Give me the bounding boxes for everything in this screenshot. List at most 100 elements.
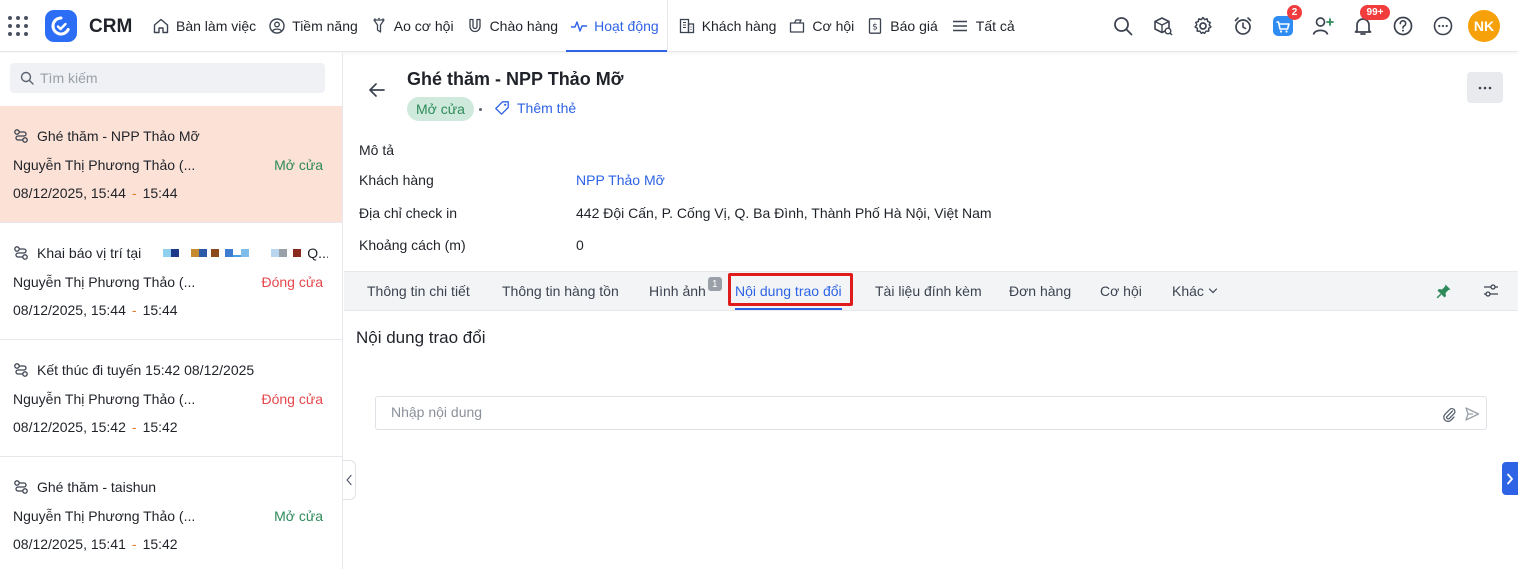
funnel-icon bbox=[373, 17, 385, 33]
ellipsis-icon bbox=[1478, 86, 1492, 89]
customer-link[interactable]: NPP Thảo Mỡ bbox=[576, 172, 665, 188]
tab-label: Tài liệu đính kèm bbox=[875, 283, 982, 299]
send-icon[interactable] bbox=[1463, 405, 1481, 423]
attachment-icon[interactable] bbox=[1440, 405, 1458, 423]
nav-item-co-hoi[interactable]: Cơ hội bbox=[784, 0, 862, 52]
tab-label: Hình ảnh bbox=[649, 283, 706, 299]
tab-label: Đơn hàng bbox=[1009, 283, 1072, 299]
message-composer bbox=[375, 396, 1487, 430]
activity-time: 08/12/2025, 15:44-15:44 bbox=[13, 185, 178, 201]
tab-don-hang[interactable]: Đơn hàng bbox=[1009, 272, 1071, 310]
tab-thong-tin-hang-ton[interactable]: Thông tin hàng tồn bbox=[502, 272, 619, 310]
add-tag-button[interactable]: Thêm thẻ bbox=[494, 100, 576, 116]
time-start: 08/12/2025, 15:44 bbox=[13, 302, 126, 318]
add-tag-label: Thêm thẻ bbox=[517, 100, 577, 116]
magnet-icon bbox=[468, 18, 481, 33]
nav-label: Tất cả bbox=[975, 18, 1015, 34]
field-label: Khoảng cách (m) bbox=[359, 237, 466, 253]
search-input[interactable] bbox=[40, 70, 300, 86]
activity-title-suffix: Q.... bbox=[307, 245, 328, 261]
activity-user: Nguyễn Thị Phương Thảo (... bbox=[13, 274, 196, 290]
message-input[interactable] bbox=[391, 404, 1411, 420]
nav-item-ban-lam-viec[interactable]: Bàn làm việc bbox=[148, 0, 264, 52]
more-actions-button[interactable] bbox=[1467, 72, 1503, 103]
activity-list-sidebar: Ghé thăm - NPP Thảo Mỡ Nguyễn Thị Phương… bbox=[0, 53, 343, 569]
expand-right-panel-handle[interactable] bbox=[1502, 462, 1518, 495]
time-end: 15:44 bbox=[142, 185, 178, 201]
apps-grid-icon[interactable] bbox=[8, 16, 28, 36]
time-end: 15:42 bbox=[142, 419, 178, 435]
field-value: 0 bbox=[576, 237, 584, 253]
search-icon[interactable] bbox=[1108, 11, 1138, 41]
redacted-address-block bbox=[163, 249, 302, 257]
nav-label: Ao cơ hội bbox=[393, 18, 454, 34]
nav-label: Cơ hội bbox=[812, 18, 855, 34]
briefcase-icon bbox=[790, 19, 805, 33]
nav-item-tat-ca[interactable]: Tất cả bbox=[946, 0, 1023, 52]
main-nav: Bàn làm việc Tiềm năng Ao cơ hội Chào hà… bbox=[148, 0, 1023, 52]
activity-status: Đóng cửa bbox=[261, 391, 323, 407]
more-options-icon[interactable] bbox=[1428, 11, 1458, 41]
add-user-icon[interactable] bbox=[1308, 11, 1338, 41]
tab-label: Khác bbox=[1172, 283, 1204, 299]
chevron-right-icon bbox=[1507, 473, 1513, 484]
tag-icon bbox=[495, 101, 509, 115]
arrow-left-icon bbox=[369, 83, 385, 97]
activity-list-item[interactable]: Ghé thăm - NPP Thảo Mỡ Nguyễn Thị Phương… bbox=[0, 106, 342, 223]
time-end: 15:42 bbox=[142, 536, 178, 552]
nav-item-tiem-nang[interactable]: Tiềm năng bbox=[264, 0, 366, 52]
menu-icon bbox=[952, 20, 967, 32]
status-badge: Mở cửa bbox=[407, 97, 474, 121]
nav-label: Tiềm năng bbox=[292, 18, 358, 34]
nav-item-khach-hang[interactable]: Khách hàng bbox=[674, 0, 785, 52]
activity-user: Nguyễn Thị Phương Thảo (... bbox=[13, 157, 196, 173]
tab-hinh-anh[interactable]: Hình ảnh 1 bbox=[649, 272, 722, 310]
section-title: Nội dung trao đổi bbox=[356, 328, 486, 347]
nav-item-ao-co-hoi[interactable]: Ao cơ hội bbox=[366, 0, 462, 52]
nav-item-bao-gia[interactable]: $ Báo giá bbox=[862, 0, 945, 52]
back-button[interactable] bbox=[366, 79, 388, 101]
tab-noi-dung-trao-doi[interactable]: Nội dung trao đổi bbox=[735, 272, 842, 310]
tab-thong-tin-chi-tiet[interactable]: Thông tin chi tiết bbox=[367, 272, 470, 310]
page-title: Ghé thăm - NPP Thảo Mỡ bbox=[407, 69, 624, 89]
activity-list-item[interactable]: Khai báo vị trí tại Q.... Nguyễn Thị Phư… bbox=[0, 223, 342, 340]
notification-bell-icon[interactable]: 99+ bbox=[1348, 5, 1390, 41]
activity-title-row: Ghé thăm - taishun bbox=[13, 479, 328, 495]
activity-user: Nguyễn Thị Phương Thảo (... bbox=[13, 508, 196, 524]
package-search-icon[interactable] bbox=[1148, 11, 1178, 41]
activity-list-item[interactable]: Kết thúc đi tuyến 15:42 08/12/2025 Nguyễ… bbox=[0, 340, 342, 457]
tab-co-hoi[interactable]: Cơ hội bbox=[1100, 272, 1142, 310]
nav-divider bbox=[666, 0, 668, 52]
activity-list-item[interactable]: Ghé thăm - taishun Nguyễn Thị Phương Thả… bbox=[0, 457, 342, 569]
route-icon bbox=[14, 246, 28, 260]
help-icon[interactable] bbox=[1388, 11, 1418, 41]
app-brand[interactable]: CRM bbox=[89, 16, 132, 38]
pin-icon[interactable] bbox=[1434, 281, 1454, 301]
cart-icon[interactable]: 2 bbox=[1268, 5, 1302, 41]
top-right-toolbar: 2 99+ NK bbox=[1098, 0, 1500, 52]
nav-item-hoat-dong[interactable]: Hoạt động bbox=[566, 0, 667, 52]
activity-user: Nguyễn Thị Phương Thảo (... bbox=[13, 391, 196, 407]
tab-settings-sliders-icon[interactable] bbox=[1481, 281, 1501, 301]
svg-text:$: $ bbox=[872, 23, 878, 33]
tab-label: Cơ hội bbox=[1100, 283, 1142, 299]
nav-label: Bàn làm việc bbox=[176, 18, 257, 34]
activity-time: 08/12/2025, 15:42-15:42 bbox=[13, 419, 178, 435]
crm-logo-icon[interactable] bbox=[45, 10, 77, 42]
nav-item-chao-hang[interactable]: Chào hàng bbox=[462, 0, 567, 52]
activity-list: Ghé thăm - NPP Thảo Mỡ Nguyễn Thị Phương… bbox=[0, 106, 342, 569]
tab-khac[interactable]: Khác bbox=[1172, 272, 1218, 310]
activity-title: Ghé thăm - taishun bbox=[37, 479, 157, 495]
nav-label: Hoạt động bbox=[594, 18, 659, 34]
time-start: 08/12/2025, 15:42 bbox=[13, 419, 126, 435]
chevron-down-icon bbox=[1208, 288, 1218, 294]
top-navigation-bar: CRM Bàn làm việc Tiềm năng Ao cơ hội Chà… bbox=[0, 0, 1518, 52]
alarm-clock-icon[interactable] bbox=[1228, 11, 1258, 41]
tab-tai-lieu-dinh-kem[interactable]: Tài liệu đính kèm bbox=[875, 272, 982, 310]
route-icon bbox=[14, 129, 28, 143]
tab-label: Nội dung trao đổi bbox=[735, 283, 842, 299]
activity-title: Ghé thăm - NPP Thảo Mỡ bbox=[37, 128, 200, 144]
user-avatar[interactable]: NK bbox=[1468, 10, 1500, 42]
settings-gear-icon[interactable] bbox=[1188, 11, 1218, 41]
time-start: 08/12/2025, 15:44 bbox=[13, 185, 126, 201]
